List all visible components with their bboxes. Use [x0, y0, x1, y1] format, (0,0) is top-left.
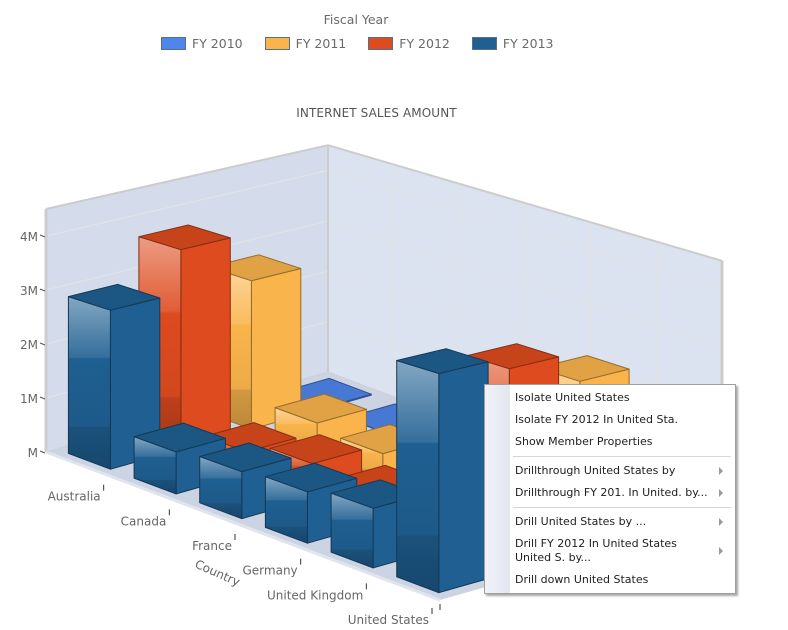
menu-separator: [513, 456, 731, 457]
legend-swatch: [161, 37, 186, 50]
menu-item[interactable]: Drill United States by ...: [485, 511, 735, 533]
legend-title: Fiscal Year: [323, 12, 389, 27]
context-menu: Isolate United States Isolate FY 2012 In …: [484, 384, 736, 594]
menu-item-label: Drill FY 2012 In United States United S.…: [515, 537, 677, 564]
menu-item[interactable]: Isolate United States: [485, 387, 735, 409]
legend-label: FY 2012: [399, 36, 450, 51]
legend: FY 2010 FY 2011 FY 2012 FY 2013: [161, 36, 576, 51]
x-tick-label: Germany: [243, 564, 298, 578]
x-tick-label: United States: [348, 613, 429, 627]
y-tick: [39, 450, 46, 454]
legend-item-fy2010[interactable]: FY 2010: [161, 36, 243, 51]
chart-title: INTERNET SALES AMOUNT: [296, 106, 457, 120]
menu-item-label: Isolate United States: [515, 391, 630, 404]
menu-item-label: Drill United States by ...: [515, 515, 647, 528]
bar-front-face: [396, 360, 440, 594]
x-tick-label: United Kingdom: [267, 588, 363, 602]
submenu-arrow-icon: [719, 547, 723, 555]
submenu-arrow-icon: [719, 467, 723, 475]
legend-item-fy2013[interactable]: FY 2013: [471, 36, 554, 51]
menu-item[interactable]: Drill down United States: [485, 569, 735, 591]
menu-item-label: Drillthrough FY 201. In United. by...: [515, 486, 708, 499]
bar-front-face: [67, 296, 111, 470]
legend-item-fy2012[interactable]: FY 2012: [368, 36, 450, 51]
legend-label: FY 2011: [295, 36, 347, 51]
legend-swatch: [264, 37, 290, 50]
menu-item-label: Drillthrough United States by: [515, 464, 676, 477]
menu-item[interactable]: Drillthrough FY 201. In United. by...: [485, 482, 735, 504]
x-tick-label: Australia: [48, 490, 101, 504]
y-tick-label: M: [28, 446, 38, 460]
bar-side-face: [180, 237, 231, 450]
legend-label: FY 2013: [502, 36, 554, 51]
menu-item[interactable]: Drillthrough United States by: [485, 460, 735, 482]
y-tick-label: 1M: [20, 392, 38, 406]
menu-item-label: Isolate FY 2012 In United Sta.: [515, 413, 678, 426]
submenu-arrow-icon: [719, 489, 723, 497]
y-tick-label: 3M: [20, 284, 38, 298]
legend-swatch: [471, 37, 497, 50]
y-tick: [39, 234, 46, 238]
x-axis-title: Country: [193, 557, 242, 589]
legend-item-fy2011[interactable]: FY 2011: [264, 36, 347, 51]
context-menu-list: Isolate United States Isolate FY 2012 In …: [485, 385, 735, 593]
submenu-arrow-icon: [719, 518, 723, 526]
menu-item-label: Show Member Properties: [515, 435, 653, 448]
y-tick: [39, 288, 46, 292]
y-tick-label: 2M: [20, 338, 38, 352]
menu-item[interactable]: Show Member Properties: [485, 431, 735, 453]
menu-item-label: Drill down United States: [515, 573, 649, 586]
legend-swatch: [368, 37, 394, 50]
bar-side-face: [438, 361, 489, 594]
menu-item[interactable]: Isolate FY 2012 In United Sta.: [485, 409, 735, 431]
menu-item[interactable]: Drill FY 2012 In United States United S.…: [485, 533, 735, 569]
x-tick-label: France: [192, 539, 232, 553]
x-tick-label: Canada: [121, 514, 167, 528]
legend-label: FY 2010: [192, 36, 243, 51]
y-tick: [39, 342, 46, 346]
y-tick-label: 4M: [20, 230, 38, 244]
menu-separator: [513, 507, 731, 508]
y-tick: [39, 396, 46, 400]
bar-fy2013-united-states[interactable]: [396, 348, 489, 594]
